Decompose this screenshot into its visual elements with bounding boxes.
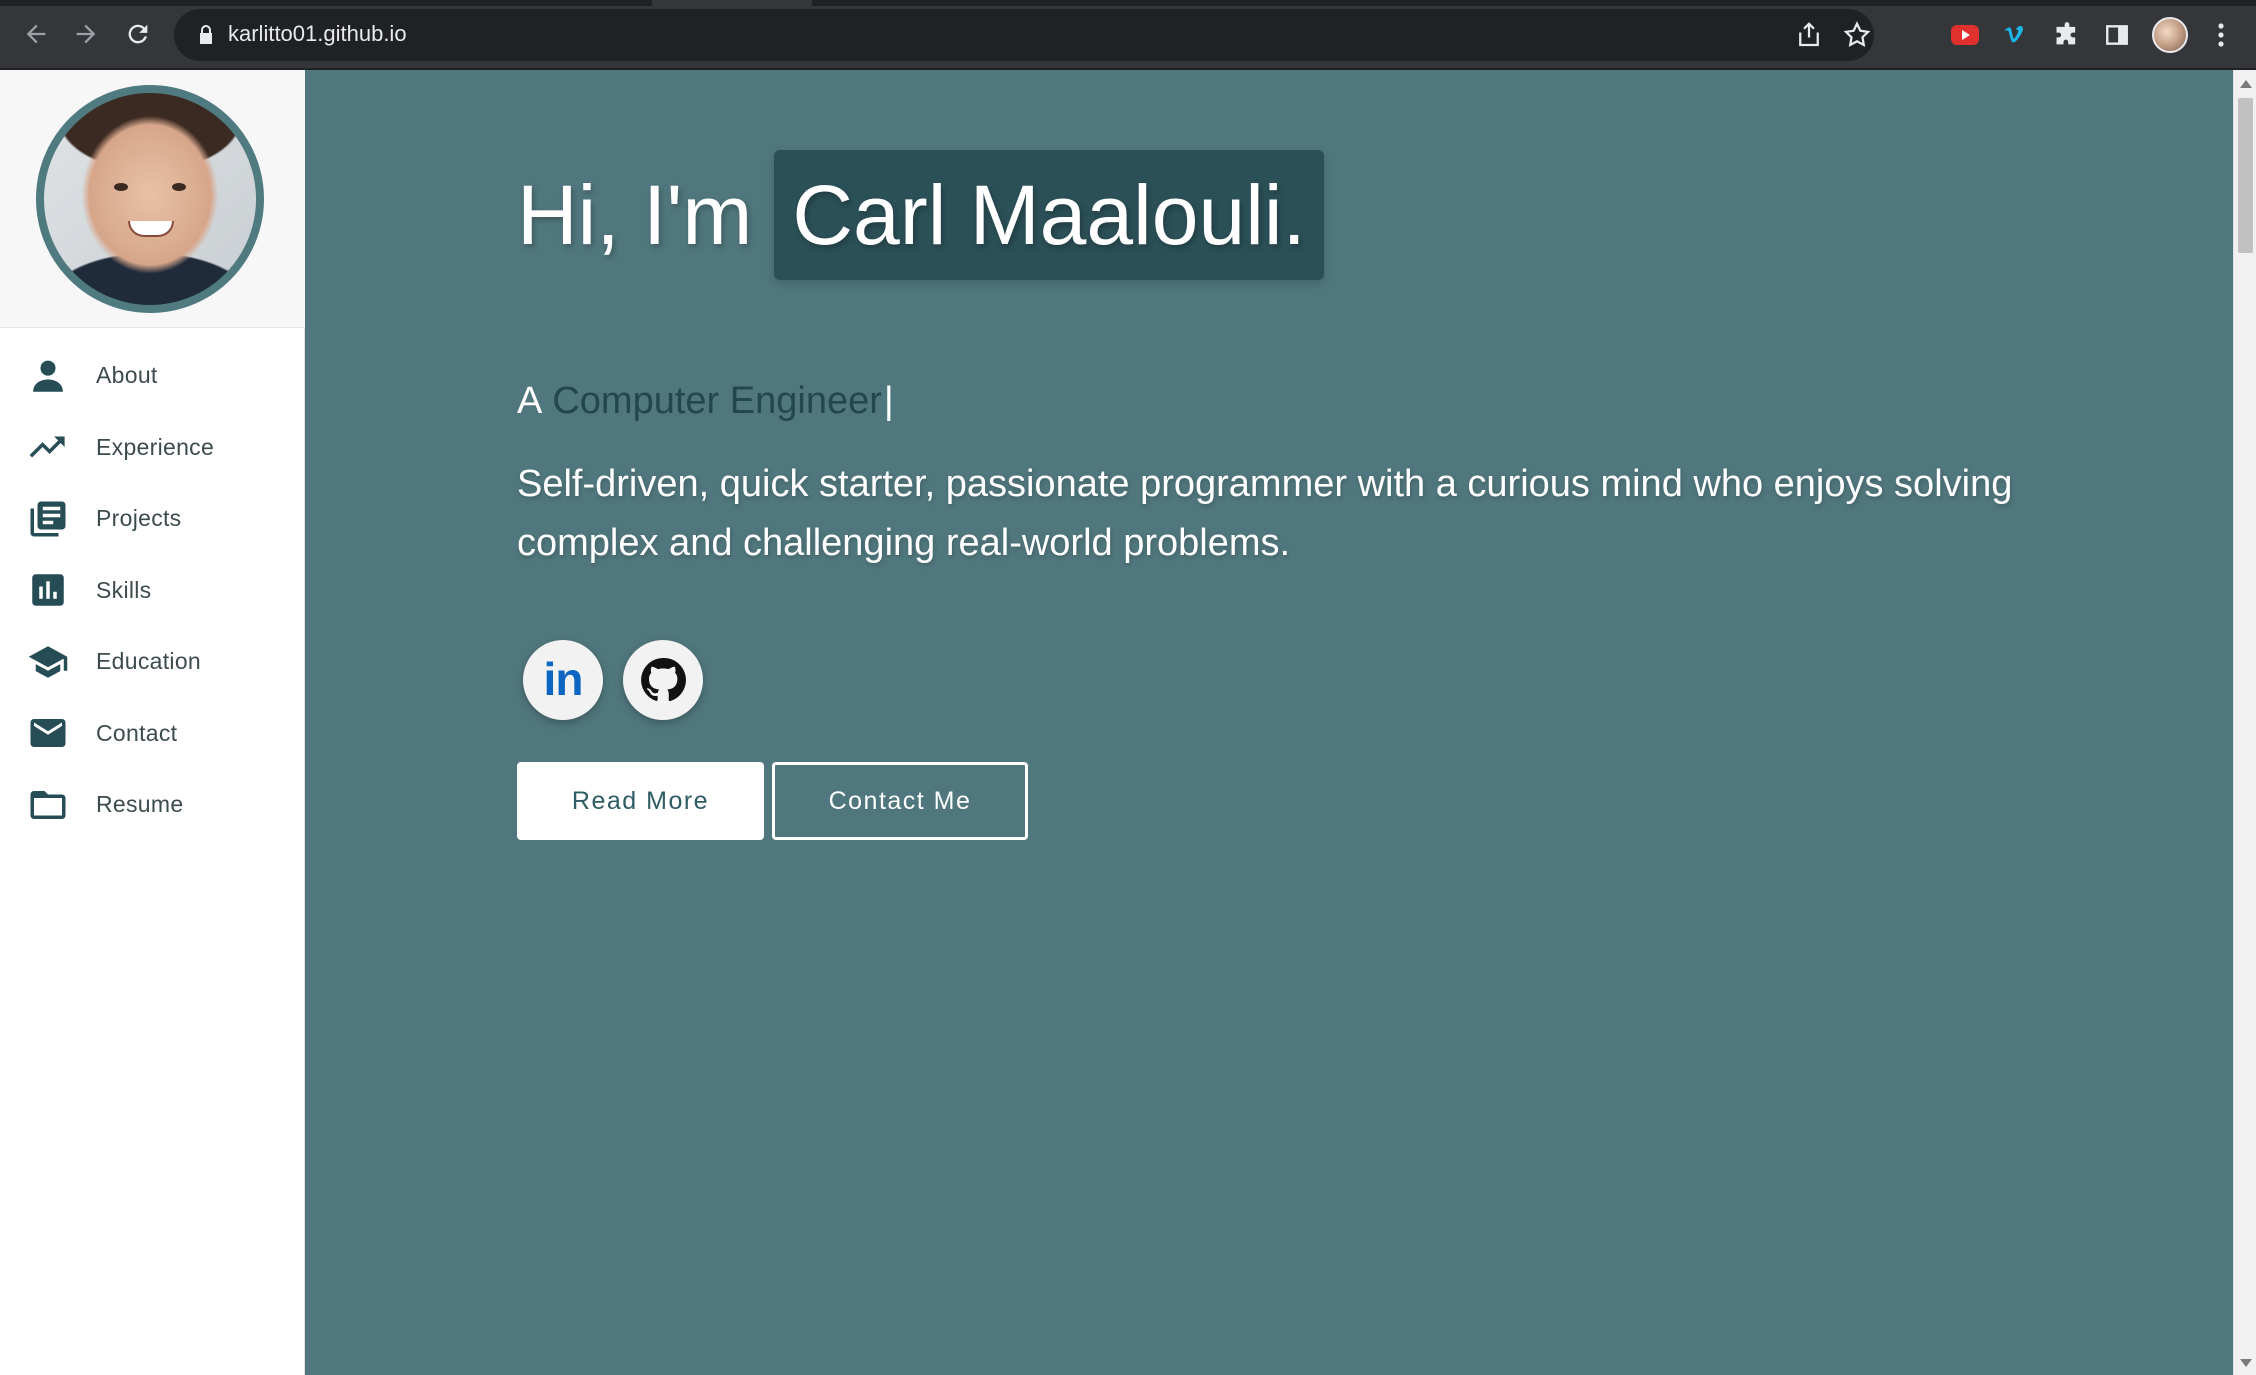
sidebar-item-label: About — [96, 362, 158, 389]
photo-detail — [172, 183, 186, 191]
kebab-menu-icon[interactable] — [2204, 18, 2238, 52]
sidebar-item-skills[interactable]: Skills — [0, 555, 305, 627]
share-icon[interactable] — [1794, 20, 1824, 50]
contact-me-button[interactable]: Contact Me — [772, 762, 1028, 840]
sidebar-item-label: Experience — [96, 433, 215, 460]
star-icon[interactable] — [1842, 20, 1872, 50]
hero-section: Hi, I'm Carl Maalouli. A Computer Enginee… — [305, 70, 2233, 1375]
typing-caret: | — [883, 380, 894, 422]
graduation-cap-icon — [26, 640, 70, 684]
sidebar-item-resume[interactable]: Resume — [0, 769, 305, 841]
youtube-ext-icon[interactable] — [1948, 18, 1982, 52]
person-icon — [26, 354, 70, 398]
profile-photo — [36, 85, 264, 313]
side-panel-icon[interactable] — [2100, 18, 2134, 52]
role-line: A Computer Engineer| — [517, 380, 894, 423]
sidebar-item-projects[interactable]: Projects — [0, 483, 305, 555]
bar-chart-icon — [26, 568, 70, 612]
profile-header — [0, 70, 305, 328]
puzzle-icon[interactable] — [2050, 18, 2084, 52]
active-tab-indicator[interactable] — [652, 0, 812, 6]
folder-icon — [26, 783, 70, 827]
linkedin-link[interactable]: in — [523, 640, 603, 720]
name-highlight: Carl Maalouli. — [774, 150, 1324, 280]
sidebar-item-label: Contact — [96, 719, 178, 746]
profile-avatar[interactable] — [2152, 17, 2188, 53]
url-text[interactable]: karlitto01.github.io — [228, 21, 407, 47]
linkedin-icon: in — [543, 653, 584, 705]
address-bar[interactable]: karlitto01.github.io — [174, 9, 1874, 61]
cta-buttons: Read More Contact Me — [517, 762, 1028, 840]
page-scrollbar[interactable] — [2233, 70, 2256, 1375]
sidebar-menu: About Experience Projects Skills Educati… — [0, 340, 305, 841]
github-icon — [641, 657, 686, 702]
vimeo-ext-icon[interactable] — [1998, 18, 2032, 52]
library-books-icon — [26, 497, 70, 541]
github-link[interactable] — [623, 640, 703, 720]
sidebar-item-experience[interactable]: Experience — [0, 412, 305, 484]
typed-role: Computer Engineer — [552, 380, 882, 422]
sidebar: About Experience Projects Skills Educati… — [0, 70, 305, 1375]
mail-icon — [26, 711, 70, 755]
sidebar-item-about[interactable]: About — [0, 340, 305, 412]
reload-icon[interactable] — [120, 16, 156, 52]
trending-up-icon — [26, 425, 70, 469]
role-prefix: A — [517, 380, 543, 422]
scrollbar-thumb[interactable] — [2238, 98, 2253, 253]
greeting-text: Hi, I'm — [517, 167, 753, 262]
scroll-down-icon[interactable] — [2240, 1359, 2252, 1367]
photo-detail — [128, 221, 174, 237]
read-more-button[interactable]: Read More — [517, 762, 764, 840]
tab-strip — [0, 0, 2256, 6]
sidebar-item-contact[interactable]: Contact — [0, 698, 305, 770]
summary-text: Self-driven, quick starter, passionate p… — [517, 463, 2013, 564]
sidebar-item-education[interactable]: Education — [0, 626, 305, 698]
lock-icon[interactable] — [194, 23, 218, 47]
scroll-up-icon[interactable] — [2240, 80, 2252, 88]
sidebar-item-label: Skills — [96, 576, 152, 603]
hero-title: Hi, I'm Carl Maalouli. — [517, 150, 1324, 280]
sidebar-item-label: Education — [96, 648, 201, 675]
sidebar-item-label: Resume — [96, 791, 184, 818]
sidebar-item-label: Projects — [96, 505, 182, 532]
back-arrow-icon[interactable] — [18, 16, 54, 52]
social-links: in — [523, 640, 703, 720]
photo-detail — [114, 183, 128, 191]
forward-arrow-icon[interactable] — [68, 16, 104, 52]
browser-toolbar: karlitto01.github.io — [0, 0, 2256, 70]
